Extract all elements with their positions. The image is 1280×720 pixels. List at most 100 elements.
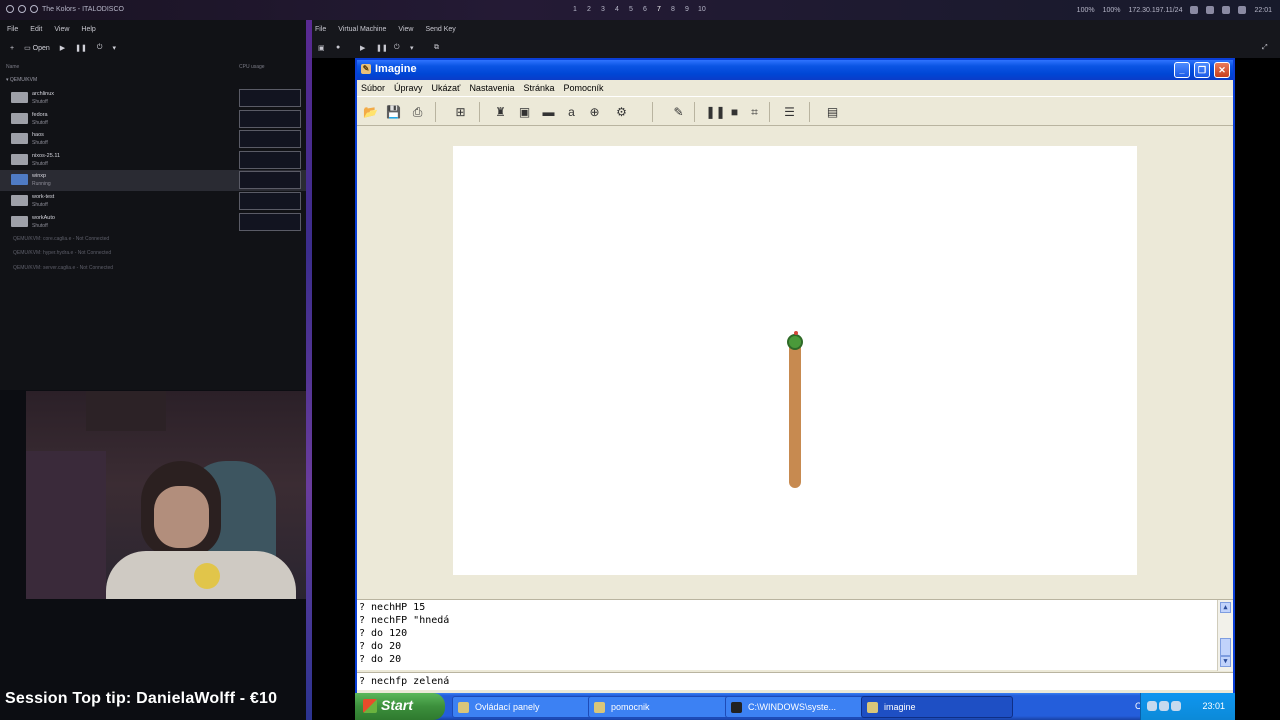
target-icon[interactable]: ⊕ xyxy=(586,104,603,120)
scroll-down-icon[interactable]: ▼ xyxy=(1220,656,1231,667)
menu-file[interactable]: File xyxy=(7,26,18,40)
workspace-3[interactable]: 3 xyxy=(600,6,606,13)
fullscreen-icon[interactable]: ⤢ xyxy=(1262,44,1268,52)
imagine-titlebar[interactable]: ✎ Imagine _ ❐ ✕ xyxy=(357,60,1233,80)
column-cpu-usage[interactable]: CPU usage xyxy=(239,64,265,70)
command-history: ? nechHP 15 ? nechFP "hnedá ? do 120 ? d… xyxy=(357,599,1233,671)
frame-icon[interactable]: ▣ xyxy=(516,104,533,120)
new-vm-icon[interactable]: + xyxy=(10,45,14,52)
vm-row-archlinux[interactable]: archlinux Shutoff xyxy=(0,88,306,109)
workspace-1[interactable]: 1 xyxy=(572,6,578,13)
task-control-panel[interactable]: Ovládací panely xyxy=(452,696,604,718)
connection-hyper[interactable]: QEMU/KVM: hyper.hydra.e - Not Connected xyxy=(13,250,111,256)
menu-help[interactable]: Help xyxy=(81,26,95,40)
security-tray-icon[interactable] xyxy=(1159,701,1169,711)
save-icon[interactable]: 💾 xyxy=(385,104,402,120)
history-scrollbar[interactable]: ▲ ▼ xyxy=(1217,600,1233,671)
details-icon[interactable]: ● xyxy=(336,44,340,51)
workspace-9[interactable]: 9 xyxy=(684,6,690,13)
viewer-menu-view[interactable]: View xyxy=(398,26,413,40)
workspace-4[interactable]: 4 xyxy=(614,6,620,13)
cpu-graph xyxy=(239,171,301,190)
open-button[interactable]: ▭ Open xyxy=(24,44,50,52)
maximize-button[interactable]: ❐ xyxy=(1194,62,1210,78)
task-cmd[interactable]: C:\WINDOWS\syste... xyxy=(725,696,877,718)
pause-vm-icon[interactable]: ❚❚ xyxy=(75,44,87,52)
connection-core[interactable]: QEMU/KVM: core.caglia.e - Not Connected xyxy=(13,236,109,242)
menu-edit[interactable]: Edit xyxy=(30,26,42,40)
stop-icon[interactable]: ■ xyxy=(726,104,743,120)
menu-stranka[interactable]: Stránka xyxy=(523,83,554,96)
settings-icon[interactable] xyxy=(1222,6,1231,14)
scroll-thumb[interactable] xyxy=(1220,638,1231,656)
run-icon[interactable]: ▶ xyxy=(60,44,65,52)
shutdown-menu-icon[interactable]: ▾ xyxy=(410,44,414,52)
menu-ukazat[interactable]: Ukázať xyxy=(432,83,461,96)
menu-subor[interactable]: Súbor xyxy=(361,83,385,96)
workspace-10[interactable]: 10 xyxy=(698,6,706,13)
shutdown-icon[interactable]: ⏻ xyxy=(97,44,103,52)
brightness-level[interactable]: 100% xyxy=(1103,7,1121,14)
vm-row-haos[interactable]: haos Shutoff xyxy=(0,129,306,150)
turtle-icon[interactable] xyxy=(787,331,803,350)
minimize-button[interactable]: _ xyxy=(1174,62,1190,78)
drawing-page[interactable] xyxy=(453,146,1137,575)
vm-row-fedora[interactable]: fedora Shutoff xyxy=(0,109,306,130)
shutdown-icon[interactable]: ⏻ xyxy=(394,44,400,52)
network-icon[interactable] xyxy=(1190,6,1199,14)
vm-row-work-test[interactable]: work-test Shutoff xyxy=(0,191,306,212)
open-folder-icon[interactable]: 📂 xyxy=(362,104,379,120)
menu-pomocnik[interactable]: Pomocník xyxy=(564,83,604,96)
menu-nastavenia[interactable]: Nastavenia xyxy=(469,83,514,96)
system-top-bar: The Kolors - ITALODISCO 1 2 3 4 5 6 7 8 … xyxy=(0,0,1280,20)
widgets-menu-icon[interactable]: ⚙ xyxy=(613,104,630,120)
vm-row-nixos[interactable]: nixos-25.11 Shutoff xyxy=(0,150,306,171)
power-icon[interactable] xyxy=(1238,6,1247,14)
task-imagine[interactable]: imagine xyxy=(861,696,1013,718)
command-input[interactable]: ? nechfp zelená xyxy=(357,672,1233,690)
record-icon[interactable] xyxy=(6,5,14,13)
console-icon[interactable]: ▣ xyxy=(318,44,325,52)
text-icon[interactable]: a xyxy=(563,104,580,120)
shutdown-menu-icon[interactable]: ▾ xyxy=(112,44,116,52)
workspace-2[interactable]: 2 xyxy=(586,6,592,13)
rectangle-icon[interactable]: ▬ xyxy=(540,104,557,120)
edit-shape-icon[interactable]: ✎ xyxy=(670,104,687,120)
column-name[interactable]: Name xyxy=(6,64,19,70)
vm-row-winxp[interactable]: winxp Running xyxy=(0,170,306,191)
network-tray-icon[interactable] xyxy=(1147,701,1157,711)
menu-view[interactable]: View xyxy=(54,26,69,40)
project-tree-icon[interactable]: ⊞ xyxy=(452,104,469,120)
workspace-5[interactable]: 5 xyxy=(628,6,634,13)
print-icon[interactable]: ⎙ xyxy=(409,104,426,120)
telegram-icon[interactable] xyxy=(1206,6,1215,14)
viewer-menu-send-key[interactable]: Send Key xyxy=(425,26,455,40)
history-line: ? do 20 xyxy=(359,641,402,652)
connection-server[interactable]: QEMU/KVM: server.caglia.e - Not Connecte… xyxy=(13,265,113,271)
vm-name: winxp xyxy=(32,173,47,180)
page-icon[interactable]: ▤ xyxy=(824,104,841,120)
pause-icon[interactable]: ❚❚ xyxy=(705,104,725,120)
run-icon[interactable]: ▶ xyxy=(360,44,365,52)
step-icon[interactable]: ⌗ xyxy=(746,104,763,120)
memory-icon[interactable]: ☰ xyxy=(781,104,798,120)
workspace-6[interactable]: 6 xyxy=(642,6,648,13)
viewer-menu-virtual-machine[interactable]: Virtual Machine xyxy=(338,26,386,40)
workspace-7[interactable]: 7 xyxy=(656,6,662,13)
snapshot-icon[interactable]: ⧉ xyxy=(434,44,439,52)
menu-upravy[interactable]: Úpravy xyxy=(394,83,423,96)
volume-level[interactable]: 100% xyxy=(1077,7,1095,14)
pause-icon[interactable] xyxy=(18,5,26,13)
start-button[interactable]: Start xyxy=(355,693,445,720)
vm-row-workauto[interactable]: workAuto Shutoff xyxy=(0,212,306,233)
workspace-8[interactable]: 8 xyxy=(670,6,676,13)
viewer-menu-file[interactable]: File xyxy=(315,26,326,40)
new-turtle-icon[interactable]: ♜ xyxy=(492,104,509,120)
scroll-up-icon[interactable]: ▲ xyxy=(1220,602,1231,613)
close-button[interactable]: ✕ xyxy=(1214,62,1230,78)
connection-qemu-kvm[interactable]: ▾ QEMU/KVM xyxy=(6,77,37,83)
task-pomocnik[interactable]: pomocnik xyxy=(588,696,740,718)
pause-icon[interactable]: ❚❚ xyxy=(376,44,388,52)
volume-tray-icon[interactable] xyxy=(1171,701,1181,711)
next-icon[interactable] xyxy=(30,5,38,13)
